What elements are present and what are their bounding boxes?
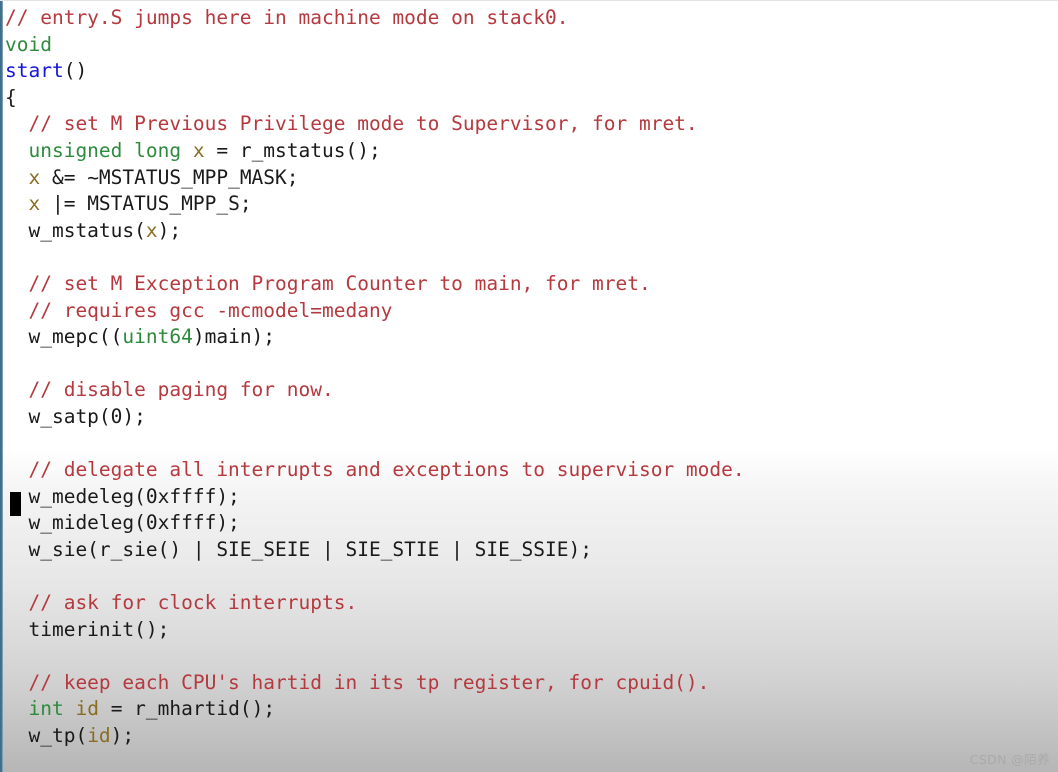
code-line[interactable]: // keep each CPU's hartid in its tp regi… [5,670,1055,697]
code-line[interactable]: int id = r_mhartid(); [5,696,1055,723]
code-token-plain: w_satp(0); [5,404,146,428]
code-line[interactable] [5,431,1055,458]
code-line[interactable]: x &= ~MSTATUS_MPP_MASK; [5,165,1055,192]
code-line[interactable] [5,244,1055,271]
code-line[interactable]: unsigned long x = r_mstatus(); [5,138,1055,165]
code-line[interactable]: w_medeleg(0xffff); [5,484,1055,511]
code-token-type: int [28,697,64,721]
code-token-plain: () [63,59,88,83]
code-line[interactable]: start() [5,58,1055,85]
code-line[interactable]: // set M Previous Privilege mode to Supe… [5,111,1055,138]
code-token-plain: &= ~MSTATUS_MPP_MASK; [40,165,299,189]
code-line[interactable]: { [5,85,1055,112]
code-token-comment: // disable paging for now. [5,378,334,402]
code-token-comment: // ask for clock interrupts. [5,591,358,615]
code-token-var: x [28,192,41,216]
code-token-plain: |= MSTATUS_MPP_S; [40,192,252,216]
code-line[interactable]: void [5,32,1055,59]
code-token-var: x [145,218,158,242]
code-token-plain: w_sie(r_sie() | SIE_SEIE | SIE_STIE | SI… [5,537,592,561]
code-token-comment: // set M Previous Privilege mode to Supe… [5,112,698,136]
code-line[interactable]: // requires gcc -mcmodel=medany [5,298,1055,325]
code-line[interactable]: // delegate all interrupts and exception… [5,457,1055,484]
code-token-plain: ); [110,724,135,748]
code-token-plain: w_mideleg(0xffff); [5,511,240,535]
code-token-plain: timerinit(); [5,617,170,641]
code-token-plain: )main); [192,325,276,349]
code-line[interactable]: w_mideleg(0xffff); [5,510,1055,537]
code-token-type: uint64 [122,325,193,349]
code-line[interactable]: // ask for clock interrupts. [5,590,1055,617]
code-token-plain: w_tp( [5,724,88,748]
code-token-var: x [28,165,41,189]
code-token-comment: // requires gcc -mcmodel=medany [5,298,393,322]
code-token-plain: ); [157,218,182,242]
code-token-type: unsigned long [28,138,182,162]
code-token-plain: w_mstatus( [5,218,146,242]
code-token-var: x [192,138,205,162]
text-cursor [10,492,21,516]
code-line[interactable]: w_mepc((uint64)main); [5,324,1055,351]
window-left-border [0,0,3,772]
code-line[interactable]: // disable paging for now. [5,377,1055,404]
code-token-plain: w_medeleg(0xffff); [5,484,240,508]
code-line[interactable] [5,351,1055,378]
code-token-fn: start [5,59,64,83]
code-line[interactable]: w_tp(id); [5,723,1055,750]
code-line[interactable]: w_satp(0); [5,404,1055,431]
code-token-comment: // delegate all interrupts and exception… [5,458,745,482]
code-token-comment: // keep each CPU's hartid in its tp regi… [5,670,710,694]
code-line[interactable] [5,563,1055,590]
code-line[interactable] [5,643,1055,670]
code-line[interactable]: // entry.S jumps here in machine mode on… [5,5,1055,32]
code-content[interactable]: // entry.S jumps here in machine mode on… [5,5,1055,750]
code-editor-window[interactable]: // entry.S jumps here in machine mode on… [0,0,1058,772]
code-token-type: void [5,32,52,56]
code-token-var: id [75,697,99,721]
code-token-plain: { [5,85,17,109]
code-line[interactable]: // set M Exception Program Counter to ma… [5,271,1055,298]
code-line[interactable]: w_sie(r_sie() | SIE_SEIE | SIE_STIE | SI… [5,537,1055,564]
code-token-plain: = r_mstatus(); [204,138,381,162]
code-line[interactable]: timerinit(); [5,617,1055,644]
code-token-plain: w_mepc(( [5,325,123,349]
code-token-plain: = r_mhartid(); [98,697,276,721]
code-line[interactable]: x |= MSTATUS_MPP_S; [5,191,1055,218]
code-line[interactable]: w_mstatus(x); [5,218,1055,245]
code-token-comment: // entry.S jumps here in machine mode on… [5,6,569,29]
csdn-watermark: CSDN @陌养 [969,752,1050,767]
code-token-var: id [87,724,111,748]
window-top-border [0,0,1058,1]
code-token-comment: // set M Exception Program Counter to ma… [5,271,651,295]
